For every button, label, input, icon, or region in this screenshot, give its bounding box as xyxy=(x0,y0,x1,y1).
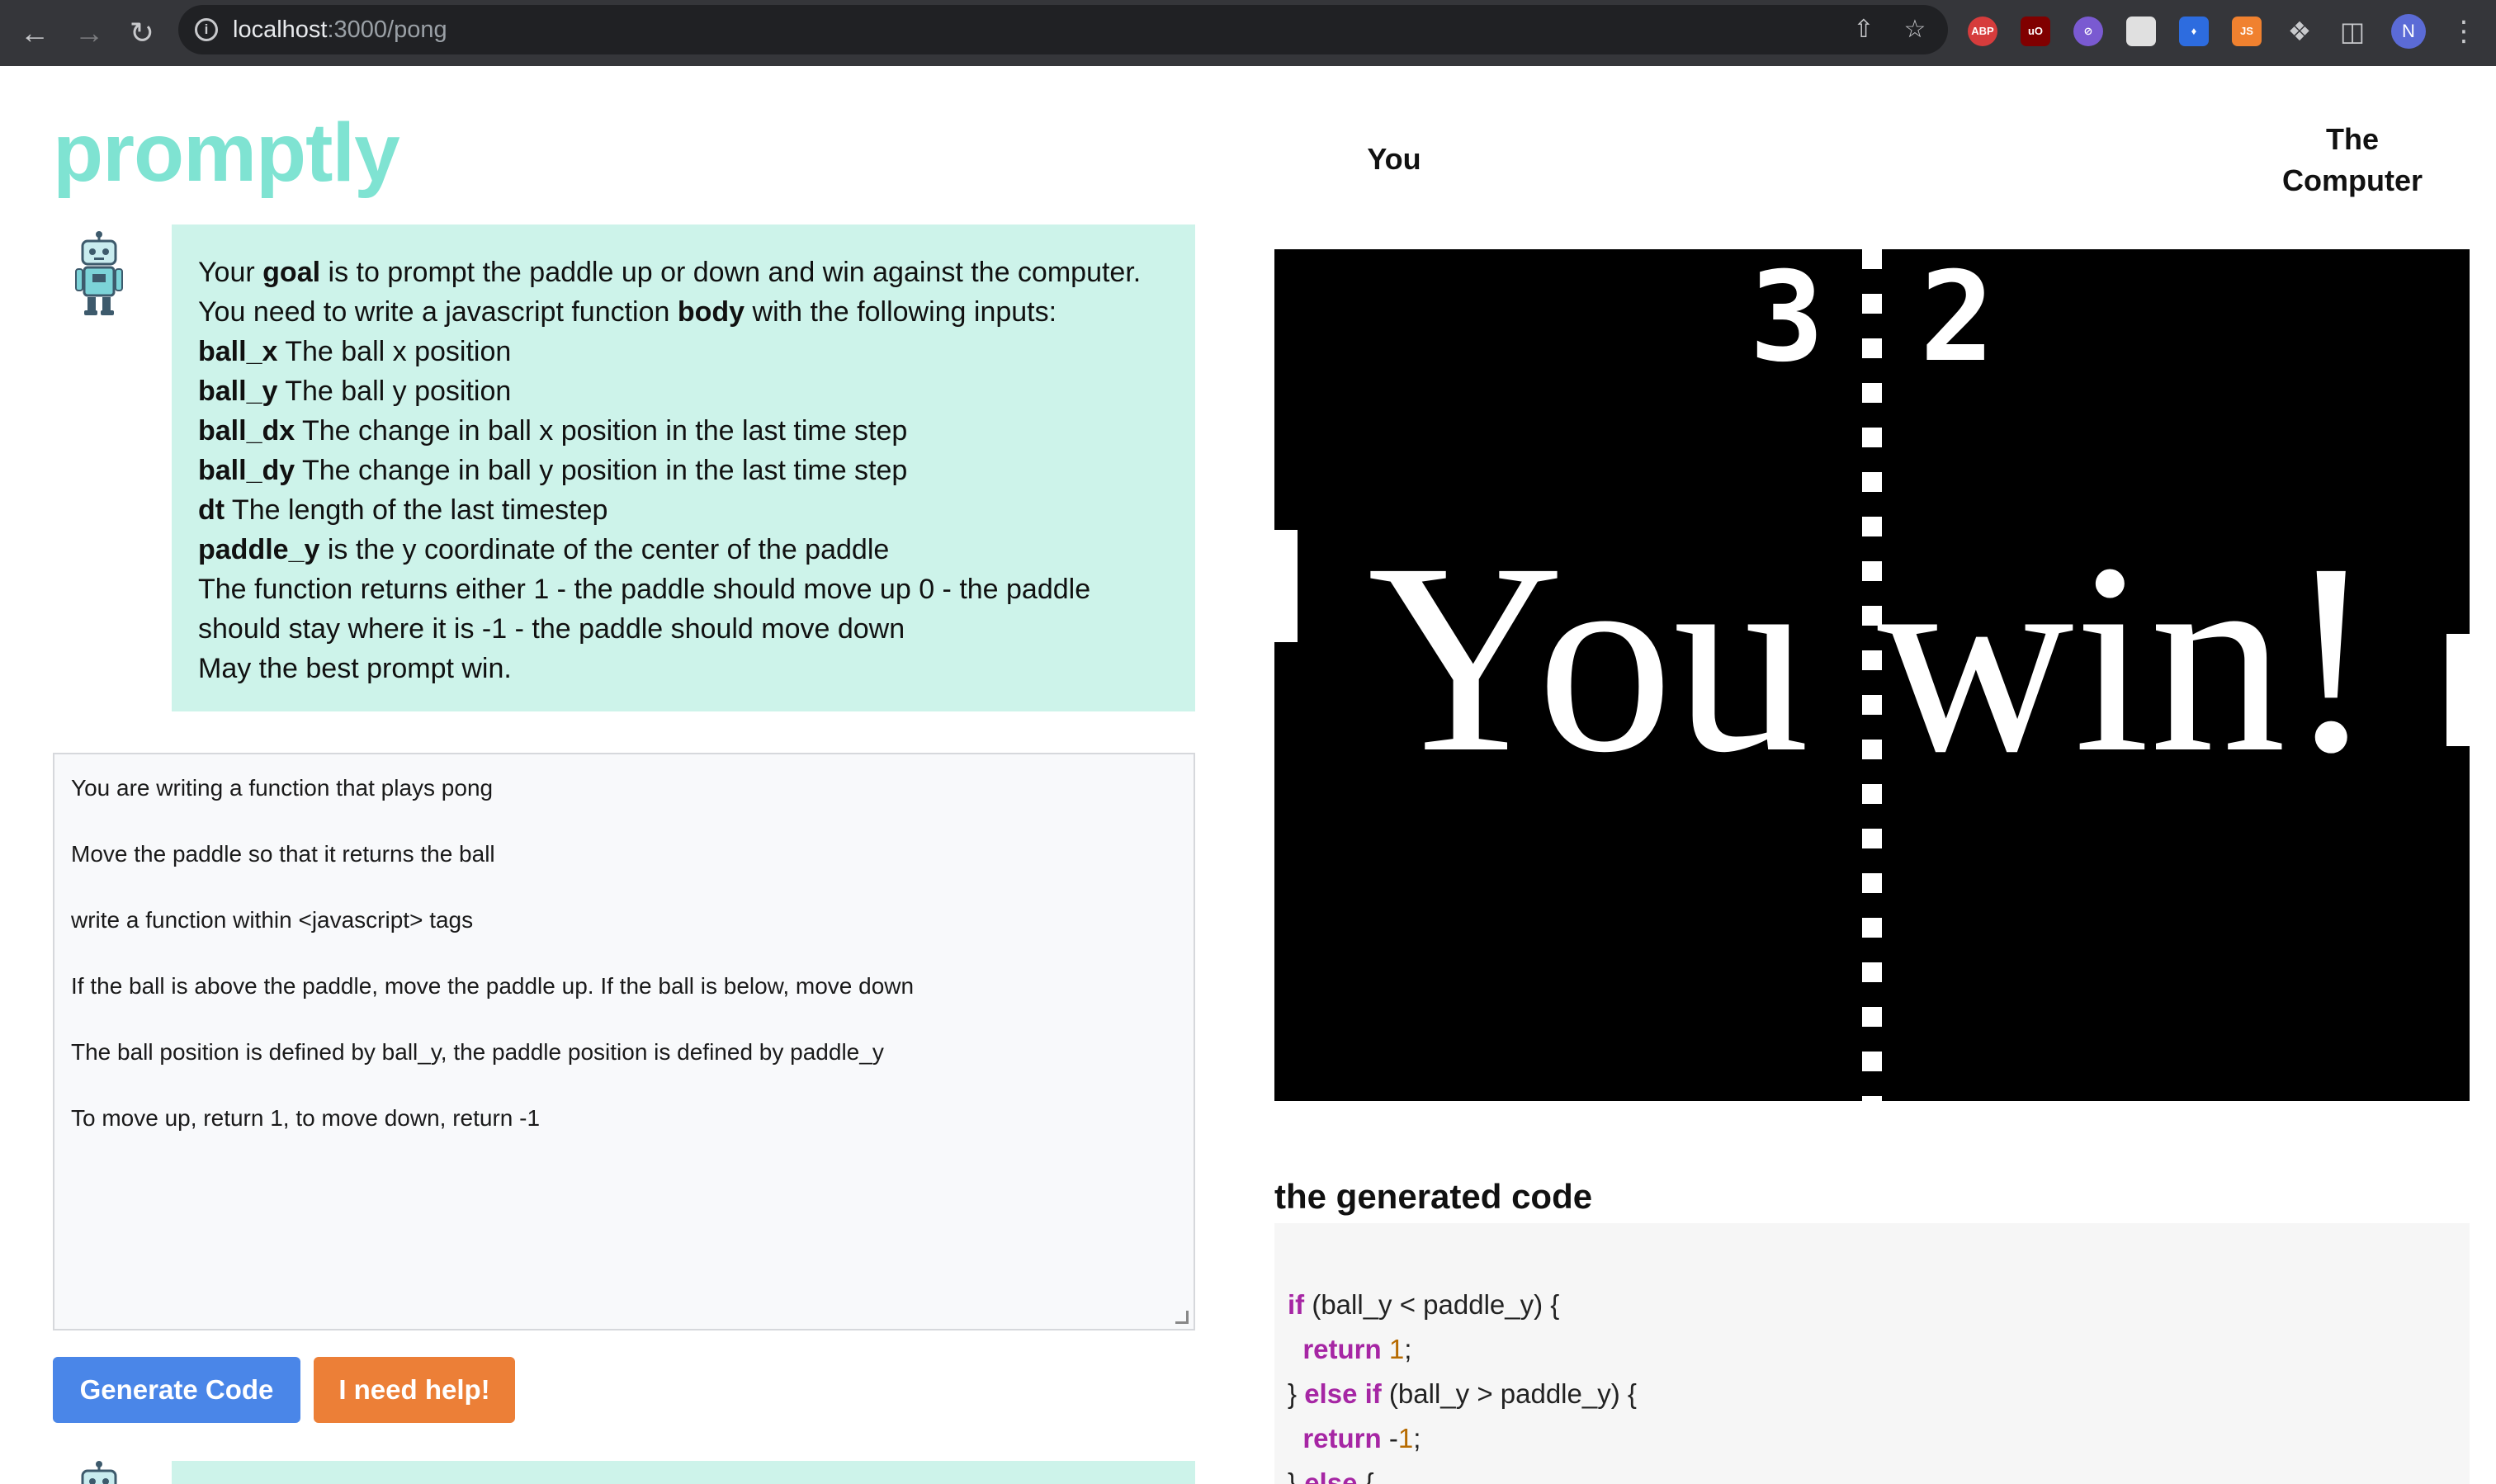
generated-code-title: the generated code xyxy=(1274,1177,1593,1216)
share-icon[interactable]: ⇧ xyxy=(1847,13,1880,46)
app-logo[interactable]: promptly xyxy=(53,106,400,201)
code-token: else xyxy=(1304,1467,1358,1484)
instructions-goal-line: Your goal is to prompt the paddle up or … xyxy=(198,257,1142,288)
shield-extension-icon[interactable]: ♦ xyxy=(2179,17,2209,46)
code-token: { xyxy=(1357,1467,1374,1484)
adblock-extension-icon[interactable]: ABP xyxy=(1968,17,1997,46)
browser-toolbar: ← → ↻ i localhost:3000/pong ⇧ ☆ ABP uO ⊘… xyxy=(0,0,2496,66)
robot-avatar-icon xyxy=(73,1461,125,1484)
instructions-body-line: You need to write a javascript function … xyxy=(198,296,1057,328)
player-label-computer-line2: Computer xyxy=(2282,163,2423,197)
prompt-line[interactable]: Move the paddle so that it returns the b… xyxy=(71,840,1177,906)
player-label-you: You xyxy=(1367,142,1421,176)
prompt-line[interactable]: write a function within <javascript> tag… xyxy=(71,906,1177,972)
player-label-computer: The Computer xyxy=(2262,119,2443,201)
code-token: return xyxy=(1302,1334,1382,1364)
net-dash xyxy=(1862,294,1882,314)
forward-arrow-icon[interactable]: → xyxy=(68,12,111,54)
pong-court: 3 2 You win! xyxy=(1274,249,2470,1101)
instructions-returns: The function returns either 1 - the padd… xyxy=(198,574,1091,645)
input-ball-x: ball_x The ball x position xyxy=(198,336,512,367)
javascript-extension-icon[interactable]: JS xyxy=(2232,17,2262,46)
code-token: } xyxy=(1288,1378,1305,1409)
instructions-closing: May the best prompt win. xyxy=(198,653,512,684)
net-dash xyxy=(1862,428,1882,447)
prompt-line[interactable]: To move up, return 1, to move down, retu… xyxy=(71,1104,1177,1170)
bookmark-star-icon[interactable]: ☆ xyxy=(1898,13,1931,46)
code-token: (ball_y > paddle_y) { xyxy=(1381,1378,1637,1409)
input-dt: dt The length of the last timestep xyxy=(198,494,608,526)
game-over-message: You win! xyxy=(1368,508,2377,809)
code-line: return -1; xyxy=(1288,1416,2456,1461)
net-dash xyxy=(1862,1007,1882,1027)
net-dash xyxy=(1862,1052,1882,1071)
input-ball-dx: ball_dx The change in ball x position in… xyxy=(198,415,908,447)
next-message-panel xyxy=(172,1461,1195,1484)
prompt-line[interactable]: If the ball is above the paddle, move th… xyxy=(71,972,1177,1038)
code-line: } else { xyxy=(1288,1461,2456,1484)
profile-avatar[interactable]: N xyxy=(2391,14,2426,49)
generate-code-button[interactable]: Generate Code xyxy=(53,1357,300,1423)
net-dash xyxy=(1862,472,1882,492)
code-token: } xyxy=(1288,1467,1305,1484)
prompt-line[interactable]: You are writing a function that plays po… xyxy=(71,774,1177,840)
net-dash xyxy=(1862,338,1882,358)
code-token: (ball_y < paddle_y) { xyxy=(1304,1289,1560,1320)
score-right: 2 xyxy=(1920,249,1994,390)
input-ball-dy: ball_dy The change in ball y position in… xyxy=(198,455,908,486)
instructions-panel: Your goal is to prompt the paddle up or … xyxy=(172,224,1195,711)
code-token: if xyxy=(1288,1289,1305,1320)
left-paddle xyxy=(1274,530,1298,642)
code-token: else if xyxy=(1304,1378,1382,1409)
net-dash xyxy=(1862,1096,1882,1101)
prompt-line[interactable]: The ball position is defined by ball_y, … xyxy=(71,1038,1177,1104)
pong-game-canvas[interactable]: 3 2 You win! xyxy=(1274,249,2470,1101)
extensions-puzzle-icon[interactable]: ❖ xyxy=(2285,17,2314,46)
code-token: 1 xyxy=(1388,1334,1405,1364)
site-info-icon[interactable]: i xyxy=(195,18,218,41)
score-left: 3 xyxy=(1750,249,1824,390)
robot-avatar-icon xyxy=(73,231,125,317)
document-extension-icon[interactable] xyxy=(2126,17,2156,46)
code-line: if (ball_y < paddle_y) { xyxy=(1288,1283,2456,1327)
player-label-computer-line1: The xyxy=(2325,122,2379,156)
net-dash xyxy=(1862,873,1882,893)
generated-code-block: if (ball_y < paddle_y) { return 1;} else… xyxy=(1274,1223,2470,1484)
address-bar[interactable]: i localhost:3000/pong ⇧ ☆ xyxy=(178,5,1948,54)
url-text[interactable]: localhost:3000/pong xyxy=(233,17,447,44)
side-panel-icon[interactable]: ◫ xyxy=(2338,17,2367,46)
code-token: ; xyxy=(1404,1334,1412,1364)
privacy-extension-icon[interactable]: ⊘ xyxy=(2073,17,2103,46)
prompt-textarea[interactable]: You are writing a function that plays po… xyxy=(53,753,1195,1330)
code-token: return xyxy=(1302,1423,1382,1453)
code-token: 1 xyxy=(1397,1423,1414,1453)
code-line: return 1; xyxy=(1288,1327,2456,1372)
help-button[interactable]: I need help! xyxy=(314,1357,515,1423)
code-token: - xyxy=(1381,1423,1398,1453)
net-dash xyxy=(1862,918,1882,938)
ublock-extension-icon[interactable]: uO xyxy=(2021,17,2050,46)
code-token: ; xyxy=(1413,1423,1421,1453)
textarea-resize-handle[interactable] xyxy=(1175,1311,1189,1324)
net-dash xyxy=(1862,249,1882,269)
net-dash xyxy=(1862,962,1882,982)
input-ball-y: ball_y The ball y position xyxy=(198,376,512,407)
code-line: } else if (ball_y > paddle_y) { xyxy=(1288,1372,2456,1416)
browser-menu-icon[interactable]: ⋮ xyxy=(2450,10,2478,53)
reload-icon[interactable]: ↻ xyxy=(121,12,163,54)
net-dash xyxy=(1862,383,1882,403)
input-paddle-y: paddle_y is the y coordinate of the cent… xyxy=(198,534,890,565)
back-arrow-icon[interactable]: ← xyxy=(13,12,56,54)
net-dash xyxy=(1862,829,1882,848)
right-paddle xyxy=(2446,634,2470,746)
